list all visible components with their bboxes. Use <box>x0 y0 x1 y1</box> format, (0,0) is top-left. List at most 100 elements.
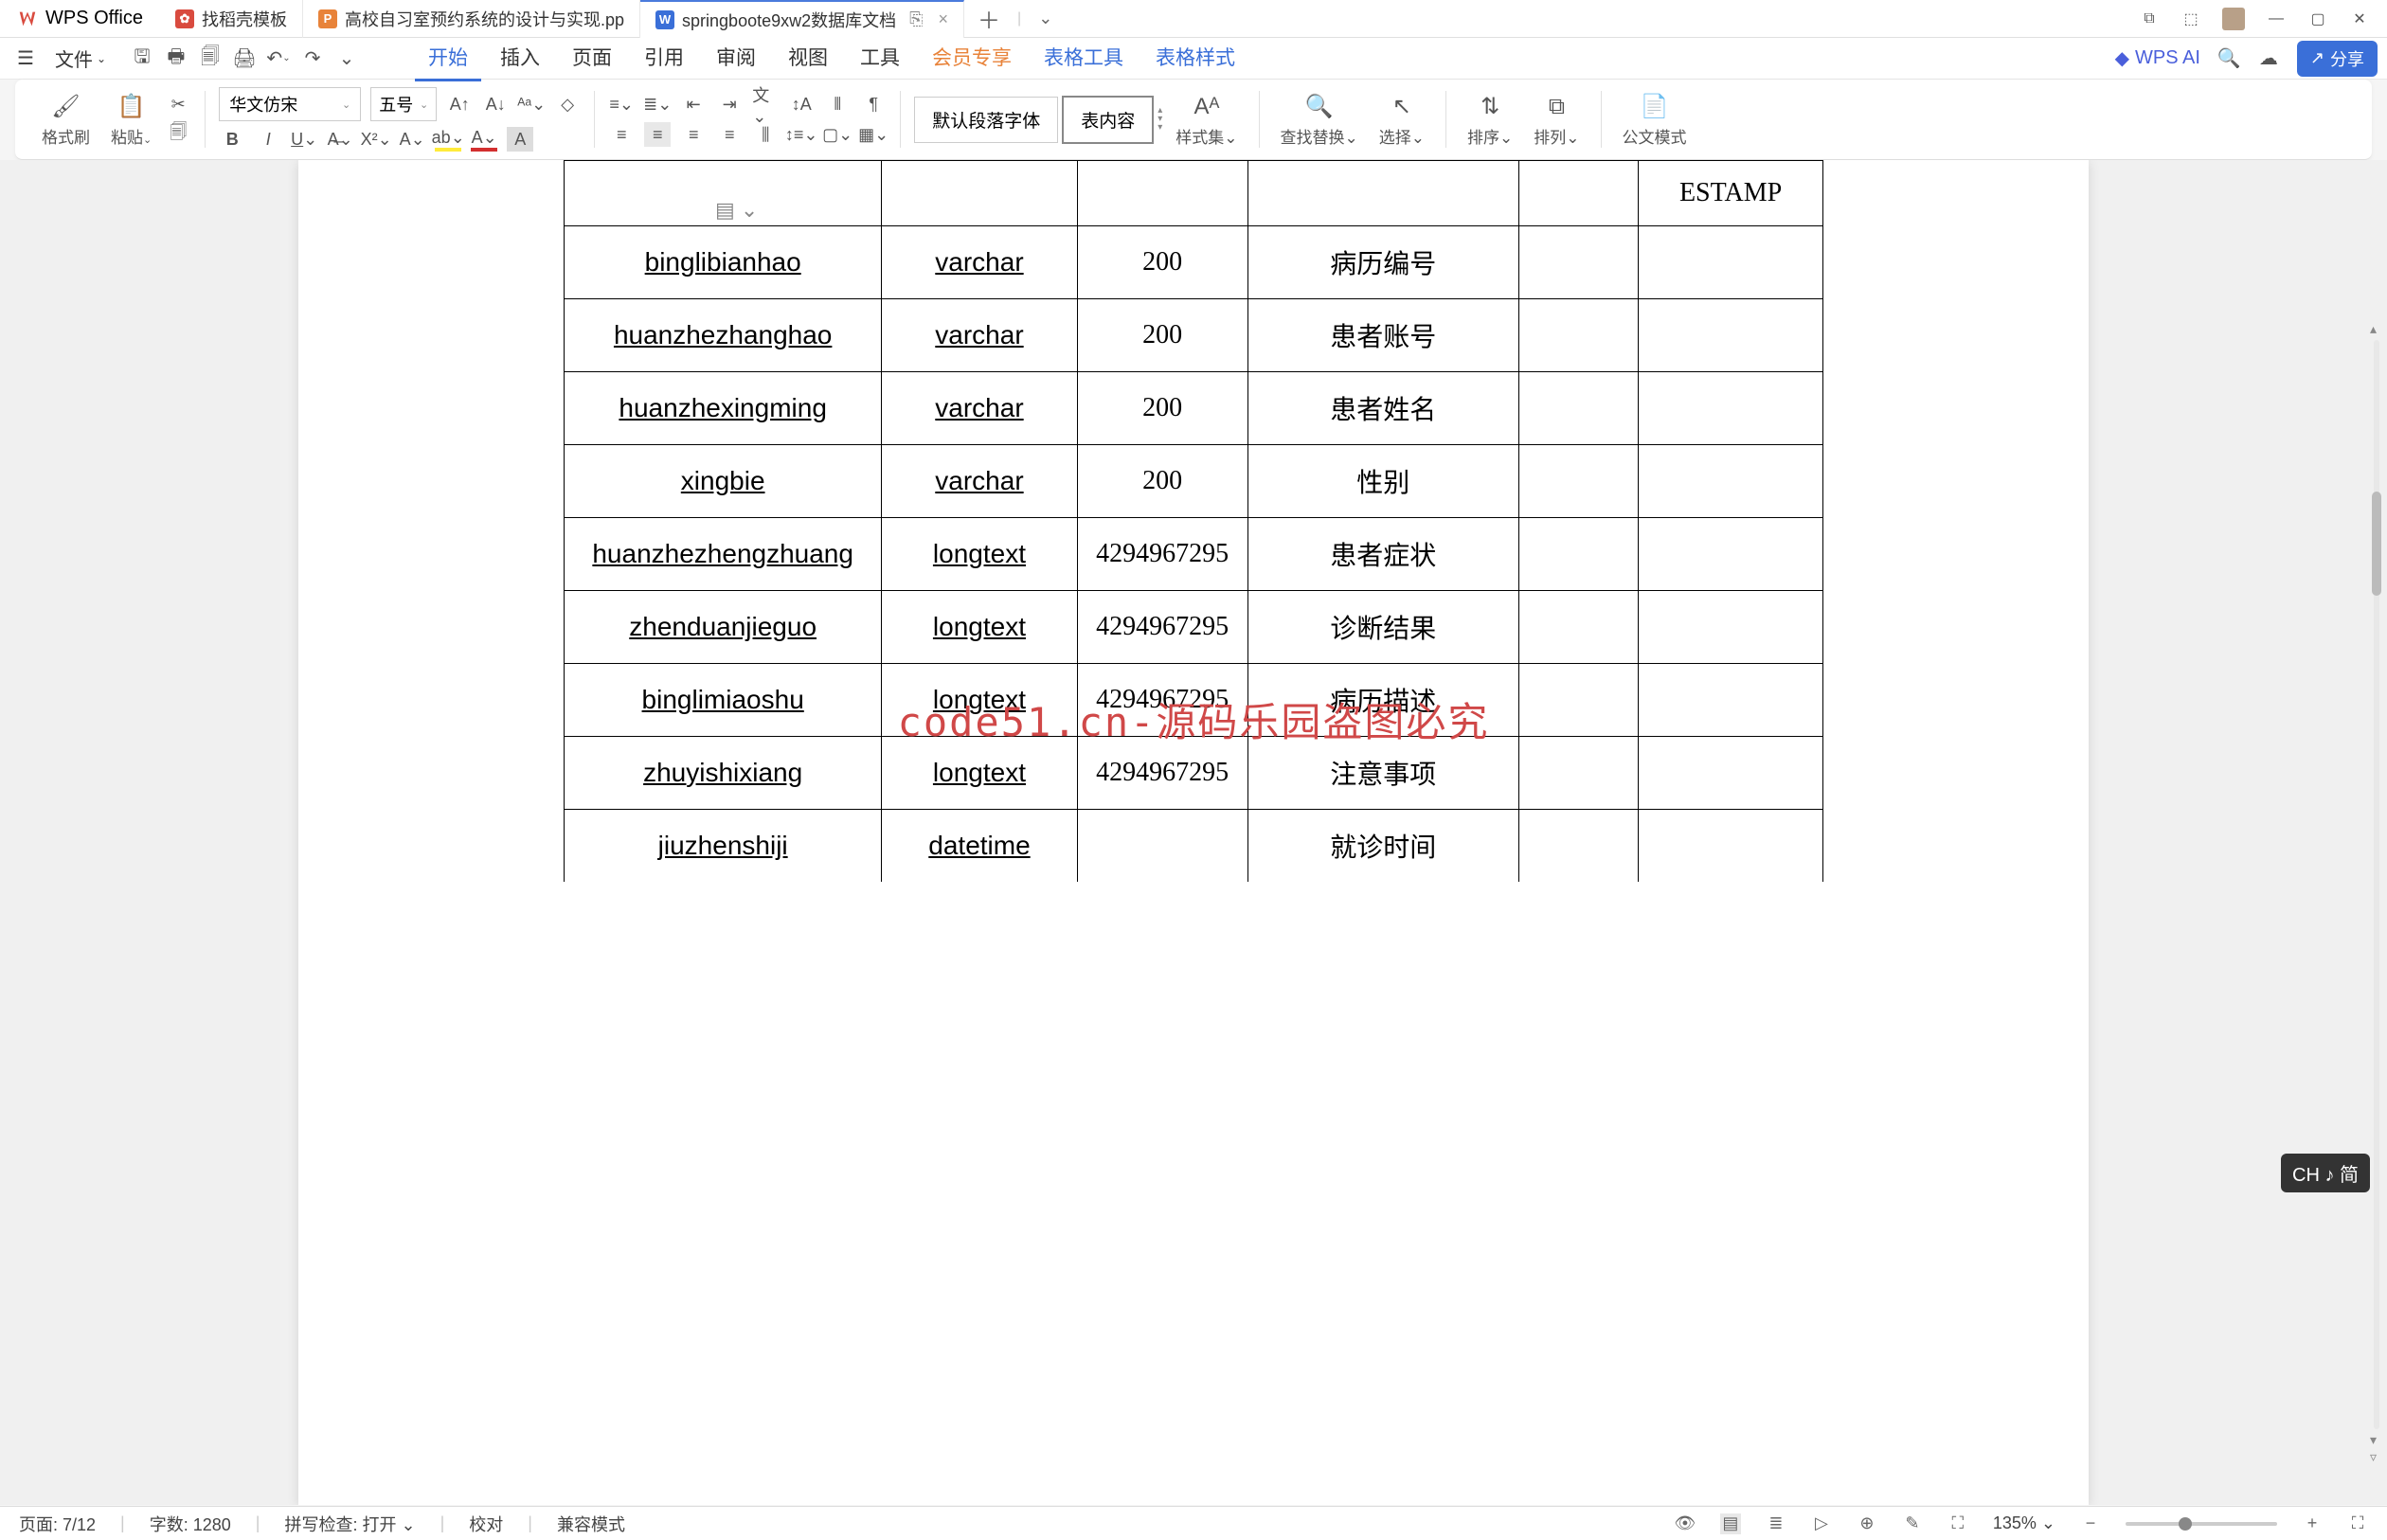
user-avatar[interactable] <box>2222 8 2245 30</box>
redo-icon[interactable]: ↷ <box>301 47 324 70</box>
style-spinner[interactable]: ▴▾▾ <box>1158 107 1162 132</box>
char-shading-button[interactable]: A <box>507 127 533 152</box>
copy-icon[interactable]: 🗐 <box>165 122 191 147</box>
wps-ai-button[interactable]: ◆ WPS AI <box>2115 46 2200 70</box>
share-button[interactable]: ↗ 分享 <box>2297 41 2378 77</box>
line-spacing-button[interactable]: ↕≡⌄ <box>788 122 815 147</box>
table-handle-icon[interactable]: ▤ ⌄ <box>715 198 758 223</box>
status-spell[interactable]: 拼写检查: 打开 ⌄ <box>284 1512 415 1536</box>
menu-tab-member[interactable]: 会员专享 <box>919 35 1025 81</box>
window-multi-icon[interactable]: ⧉ <box>2139 9 2160 29</box>
file-menu[interactable]: 文件 ⌄ <box>47 41 114 76</box>
export-icon[interactable]: 🖨 <box>233 47 256 70</box>
paste-group[interactable]: 📋 粘贴⌄ <box>103 92 159 148</box>
menu-tab-page[interactable]: 页面 <box>559 35 625 81</box>
align-center-button[interactable]: ≡ <box>644 122 671 147</box>
clear-format-icon[interactable]: ◇ <box>554 92 581 116</box>
doc-mode-group[interactable]: 📄 公文模式 <box>1615 92 1695 148</box>
font-color-button[interactable]: A⌄ <box>471 127 497 152</box>
menu-tab-table-style[interactable]: 表格样式 <box>1142 35 1248 81</box>
align-justify-button[interactable]: ≡ <box>716 122 743 147</box>
show-marks-button[interactable]: ¶ <box>860 92 887 116</box>
sort1-group[interactable]: ⇅ 排序⌄ <box>1460 92 1520 148</box>
undo-icon[interactable]: ↶⌄ <box>267 47 290 70</box>
numbering-button[interactable]: ≣⌄ <box>644 92 671 116</box>
outline-view-icon[interactable]: ≣ <box>1766 1513 1786 1534</box>
vertical-scrollbar[interactable]: ▴ ▾ ▿ <box>2368 321 2385 1467</box>
find-replace-group[interactable]: 🔍 查找替换⌄ <box>1273 92 1366 148</box>
scroll-thumb[interactable] <box>2372 492 2381 596</box>
new-tab-button[interactable]: ＋ <box>964 2 1014 35</box>
menu-tab-start[interactable]: 开始 <box>415 35 481 81</box>
underline-button[interactable]: U⌄ <box>291 127 317 152</box>
tab-templates[interactable]: ✿ 找稻壳模板 <box>160 0 303 38</box>
tab-doc-active[interactable]: W springboote9xw2数据库文档 ⎘ × <box>640 0 964 38</box>
zoom-in-button[interactable]: + <box>2302 1513 2323 1534</box>
ruler-button[interactable]: ⫴ <box>824 92 851 116</box>
change-case-icon[interactable]: ᴬᵃ⌄ <box>518 92 545 116</box>
scroll-up-icon[interactable]: ▴ <box>2370 321 2377 337</box>
shrink-font-icon[interactable]: A↓ <box>482 92 509 116</box>
scroll-down-icon[interactable]: ▾ <box>2370 1432 2377 1448</box>
menu-tab-review[interactable]: 审阅 <box>703 35 769 81</box>
status-words[interactable]: 字数: 1280 <box>150 1512 231 1536</box>
scroll-end-icon[interactable]: ▿ <box>2370 1449 2377 1465</box>
sort-para-button[interactable]: ↕A <box>788 92 815 116</box>
play-icon[interactable]: ▷ <box>1811 1513 1832 1534</box>
fullscreen-icon[interactable]: ⛶ <box>2347 1513 2368 1534</box>
align-left-button[interactable]: ≡ <box>608 122 635 147</box>
save-icon[interactable]: 🖫 <box>131 47 153 70</box>
focus-icon[interactable]: ⛶ <box>1947 1513 1968 1534</box>
ime-badge[interactable]: CH ♪ 简 <box>2281 1154 2370 1192</box>
maximize-button[interactable]: ▢ <box>2307 9 2328 29</box>
bold-button[interactable]: B <box>219 127 245 152</box>
superscript-button[interactable]: X²⌄ <box>363 127 389 152</box>
style-table-content[interactable]: 表内容 <box>1062 96 1154 144</box>
style-default-para[interactable]: 默认段落字体 <box>914 97 1058 143</box>
select-group[interactable]: ↖ 选择⌄ <box>1372 92 1432 148</box>
print-icon[interactable]: 🖶 <box>165 47 188 70</box>
qat-more-icon[interactable]: ⌄ <box>335 47 358 70</box>
zoom-slider[interactable] <box>2126 1522 2277 1526</box>
edit-icon[interactable]: ✎ <box>1902 1513 1923 1534</box>
bullets-button[interactable]: ≡⌄ <box>608 92 635 116</box>
document-area[interactable]: ▤ ⌄ code51.cn-源码乐园盗图必究 ESTAMP binglibian… <box>0 160 2387 1505</box>
cloud-icon[interactable]: ☁ <box>2257 47 2280 70</box>
decrease-indent-button[interactable]: ⇤ <box>680 92 707 116</box>
sort2-group[interactable]: ⧉ 排列⌄ <box>1526 92 1587 148</box>
app-logo[interactable]: WPS Office <box>0 8 160 29</box>
grow-font-icon[interactable]: A↑ <box>446 92 473 116</box>
tab-ppt[interactable]: P 高校自习室预约系统的设计与实现.pp <box>303 0 640 38</box>
highlight-button[interactable]: ab⌄ <box>435 127 461 152</box>
menu-tab-insert[interactable]: 插入 <box>487 35 553 81</box>
menu-tab-table-tools[interactable]: 表格工具 <box>1031 35 1137 81</box>
print-preview-icon[interactable]: 🗐 <box>199 47 222 70</box>
zoom-out-button[interactable]: − <box>2080 1513 2101 1534</box>
increase-indent-button[interactable]: ⇥ <box>716 92 743 116</box>
menu-tab-view[interactable]: 视图 <box>775 35 841 81</box>
styles-group[interactable]: Aᴬ 样式集⌄ <box>1168 92 1245 148</box>
size-select[interactable]: 五号⌄ <box>370 87 437 121</box>
minimize-button[interactable]: — <box>2266 9 2287 29</box>
status-review[interactable]: 校对 <box>469 1512 503 1536</box>
web-view-icon[interactable]: ⊕ <box>1857 1513 1877 1534</box>
italic-button[interactable]: I <box>255 127 281 152</box>
tab-menu-button[interactable]: ⌄ <box>1025 9 1066 28</box>
align-distribute-button[interactable]: ⫼ <box>752 122 779 147</box>
borders-button[interactable]: ▦⌄ <box>860 122 887 147</box>
strikethrough-button[interactable]: A̶⌄ <box>327 127 353 152</box>
tab-close-icon[interactable]: × <box>939 9 949 29</box>
text-direction-button[interactable]: 文⌄ <box>752 92 779 116</box>
menu-tab-reference[interactable]: 引用 <box>631 35 697 81</box>
text-effects-button[interactable]: A⌄ <box>399 127 425 152</box>
search-icon[interactable]: 🔍 <box>2217 47 2240 70</box>
format-painter-group[interactable]: 🖌 格式刷 <box>34 92 98 148</box>
menu-tab-tools[interactable]: 工具 <box>847 35 913 81</box>
zoom-level[interactable]: 135% ⌄ <box>1993 1513 2055 1533</box>
font-select[interactable]: 华文仿宋⌄ <box>219 87 361 121</box>
align-right-button[interactable]: ≡ <box>680 122 707 147</box>
hamburger-icon[interactable]: ☰ <box>9 43 42 74</box>
status-compat[interactable]: 兼容模式 <box>557 1512 625 1536</box>
close-window-button[interactable]: ✕ <box>2349 9 2370 29</box>
status-page[interactable]: 页面: 7/12 <box>19 1512 96 1536</box>
